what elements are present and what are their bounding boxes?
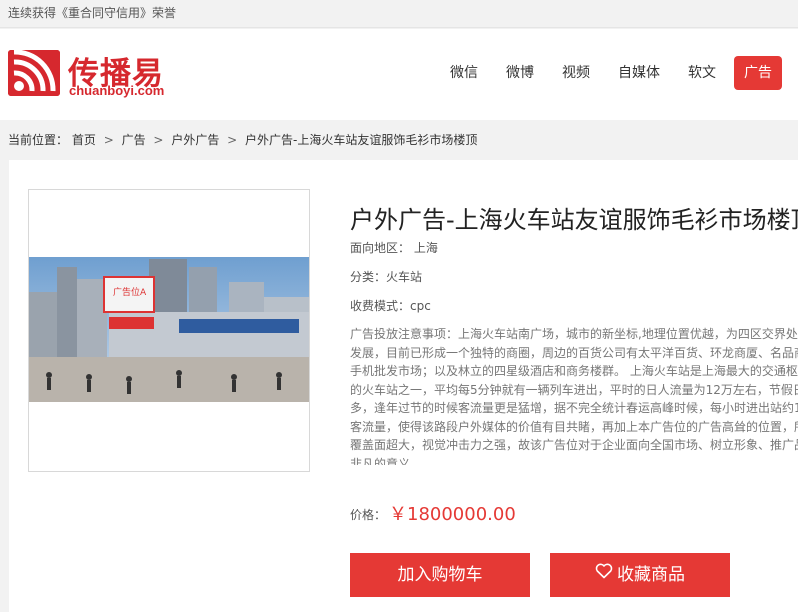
main-nav: 微信 微博 视频 自媒体 软文 广告 — [422, 56, 782, 90]
favorite-button[interactable]: 收藏商品 — [550, 553, 730, 597]
description-line: 发展，目前已形成一个独特的商圈，周边的百货公司有太平洋百货、环龙商厦、名品商 — [350, 345, 798, 360]
price-label: 价格： — [350, 508, 387, 522]
nav-item-advertising[interactable]: 广告 — [734, 56, 782, 90]
nav-item-soft-article[interactable]: 软文 — [688, 56, 716, 90]
price-value: ￥1800000.00 — [389, 504, 516, 525]
logo-domain: chuanboyi.com — [69, 83, 165, 98]
favorite-label: 收藏商品 — [617, 565, 685, 585]
product-photo[interactable]: 广告位A — [29, 257, 309, 402]
breadcrumb-separator: > — [227, 133, 238, 147]
breadcrumb-prefix: 当前位置： — [8, 133, 69, 147]
breadcrumb-current: 户外广告-上海火车站友谊服饰毛衫市场楼顶 — [245, 133, 478, 147]
breadcrumb-ads[interactable]: 广告 — [122, 133, 146, 147]
description-line: 客流量，使得该路段户外媒体的价值有目共睹，再加上本广告位的广告高耸的位置，所 — [350, 419, 798, 434]
product-category: 分类：火车站 — [350, 270, 423, 284]
site-logo[interactable]: 传播易 chuanboyi.com — [8, 50, 178, 102]
nav-item-self-media[interactable]: 自媒体 — [618, 56, 660, 90]
billboard-label: 广告位A — [113, 286, 147, 298]
description-line: 多，逢年过节的时候客流量更是猛增，据不完全统计春运高峰时候，每小时进出站约1 — [350, 401, 798, 415]
product-title: 户外广告-上海火车站友谊服饰毛衫市场楼顶 — [350, 206, 798, 234]
breadcrumb-separator: > — [153, 133, 164, 147]
product-description: 广告投放注意事项：上海火车站南广场，城市的新坐标,地理位置优越，为四区交界处， … — [350, 325, 798, 465]
nav-item-wechat[interactable]: 微信 — [450, 56, 478, 90]
rss-logo-icon — [8, 50, 60, 96]
product-billing-mode: 收费模式：cpc — [350, 299, 431, 313]
heart-icon — [595, 552, 613, 596]
honor-notice: 连续获得《重合同守信用》荣誉 — [8, 6, 177, 20]
breadcrumb-home[interactable]: 首页 — [72, 133, 96, 147]
product-region: 面向地区： 上海 — [350, 241, 438, 255]
breadcrumb: 当前位置： 首页 > 广告 > 户外广告 > 户外广告-上海火车站友谊服饰毛衫市… — [0, 126, 798, 154]
product-panel: 广告位A 户外广告-上海火车站友谊服饰毛衫市场楼顶 面向地区： 上海 分类：火车… — [9, 160, 798, 612]
breadcrumb-outdoor-ads[interactable]: 户外广告 — [171, 133, 219, 147]
add-to-cart-button[interactable]: 加入购物车 — [350, 553, 530, 597]
top-notice-bar: 连续获得《重合同守信用》荣誉 — [0, 0, 798, 28]
nav-item-video[interactable]: 视频 — [562, 56, 590, 90]
description-line: 非凡的意义。 — [350, 456, 423, 466]
product-image-frame: 广告位A — [28, 189, 310, 472]
breadcrumb-separator: > — [103, 133, 114, 147]
description-line: 广告投放注意事项：上海火车站南广场，城市的新坐标,地理位置优越，为四区交界处， — [350, 327, 798, 341]
site-header: 传播易 chuanboyi.com 微信 微博 视频 自媒体 软文 广告 — [0, 29, 798, 120]
description-line: 的火车站之一，平均每5分钟就有一辆列车进出，平时的日人流量为12万左右，节假日 — [350, 382, 798, 397]
nav-item-weibo[interactable]: 微博 — [506, 56, 534, 90]
add-to-cart-label: 加入购物车 — [397, 565, 483, 585]
description-line: 覆盖面超大，视觉冲击力之强，故该广告位对于企业面向全国市场、树立形象、推广品 — [350, 438, 798, 452]
description-line: 手机批发市场；以及林立的四星级酒店和商务楼群。 上海火车站是上海最大的交通枢 — [350, 364, 798, 378]
